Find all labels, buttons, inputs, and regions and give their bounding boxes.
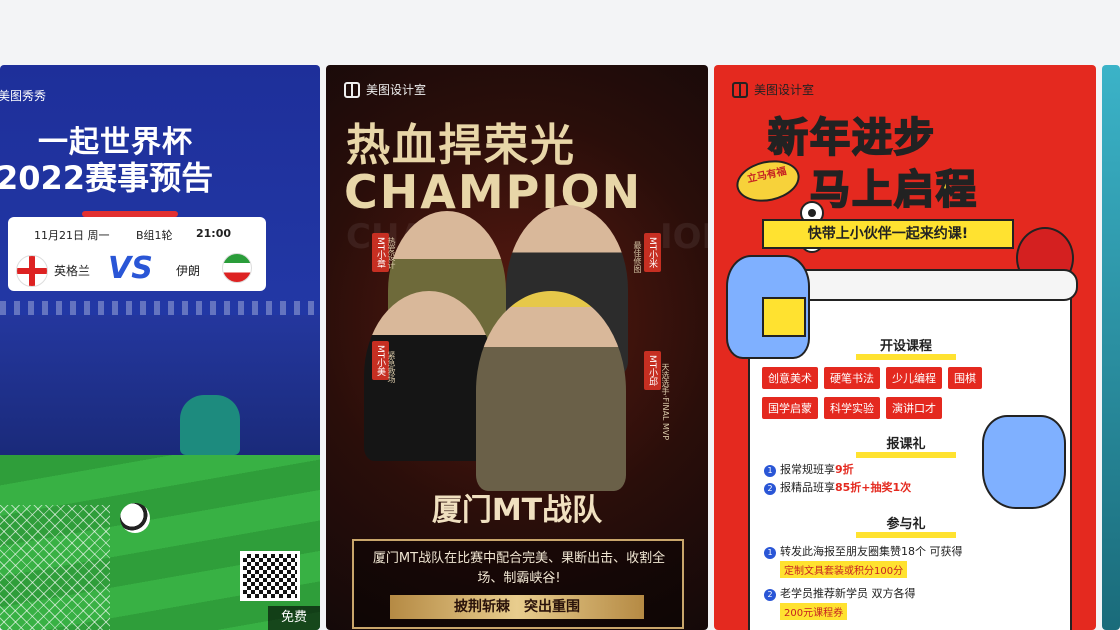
course-tag: 演讲口才 [886, 397, 942, 419]
section-title-courses: 开设课程 [856, 335, 956, 360]
iran-flag-icon [222, 253, 252, 283]
section-title-join-gift: 参与礼 [856, 513, 956, 538]
team-member-photo [476, 291, 626, 491]
top-bar [0, 0, 1120, 62]
description-panel: 厦门MT战队在比赛中配合完美、果断出击、收割全场、制霸峡谷! 披荆斩棘 突出重围 [352, 539, 684, 629]
join-line-sub: 200元课程券 [780, 603, 848, 620]
brand-label: 美图秀秀 [0, 89, 47, 103]
join-line: 2 老学员推荐新学员 双方各得 [764, 585, 916, 601]
match-panel: 11月21日 周一 B组1轮 21:00 英格兰 VS 伊朗 [8, 217, 266, 291]
template-card-worldcup[interactable]: 美图秀秀 一起世界杯 2022赛事预告 11月21日 周一 B组1轮 21:00… [0, 65, 320, 630]
football-icon [120, 503, 150, 533]
member-tag: MT小米 [644, 233, 661, 273]
meitu-logo-icon [344, 81, 360, 98]
template-card-newyear-course[interactable]: 美图设计室 新年进步 立马有福 马上启程 快带上小伙伴一起来约课! 开设课程 创… [714, 65, 1096, 630]
qr-code [240, 551, 300, 601]
template-card-partial[interactable] [1102, 65, 1120, 630]
stadium-illustration [0, 315, 320, 455]
match-date: 11月21日 周一 [34, 229, 110, 242]
member-subtag: 最佳修图 [633, 241, 642, 273]
poster-title-line2: 2022赛事预告 [0, 159, 214, 197]
gift-box-icon [762, 297, 806, 337]
course-tag: 围棋 [948, 367, 982, 389]
course-tag: 硬笔书法 [824, 367, 880, 389]
meitu-logo-icon [732, 81, 748, 98]
versus-label: VS [108, 251, 153, 286]
slogan-banner: 披荆斩棘 突出重围 [390, 595, 644, 619]
brand-label: 美图设计室 [366, 83, 427, 97]
course-tag: 少儿编程 [886, 367, 942, 389]
join-line-sub: 定制文具套装或积分100分 [780, 561, 908, 578]
team-home: 英格兰 [54, 264, 91, 278]
course-tag: 科学实验 [824, 397, 880, 419]
brand-logo: 美图设计室 [732, 81, 814, 98]
poster-title-line1: 新年进步 [767, 114, 936, 162]
course-tag: 国学启蒙 [762, 397, 818, 419]
free-badge: 免费 [268, 606, 320, 630]
goal-net-illustration [0, 505, 110, 630]
champion-heading: CHAMPION [344, 165, 643, 219]
player-illustration [180, 395, 240, 455]
member-subtag: 天选选手·FINAL MVP [661, 363, 670, 441]
template-card-champion[interactable]: 美图设计室 热血捍荣光 CHAMPION CHAMP ION MT小章 MT小米… [326, 65, 708, 630]
invite-strip: 快带上小伙伴一起来约课! [762, 219, 1014, 249]
poster-title: 热血捍荣光 [346, 120, 576, 171]
member-tag: MT小邱 [644, 351, 661, 391]
team-name: 厦门MT战队 [431, 493, 603, 528]
gift-line: 2 报精品班享85折+抽奖1次 [764, 479, 911, 495]
brand-label: 美图设计室 [754, 83, 815, 97]
member-subtag: 紧急救场 [387, 351, 396, 383]
match-time: 21:00 [196, 227, 232, 240]
member-subtag: 热爱设计 [387, 237, 396, 269]
gift-line: 1 报常规班享9折 [764, 461, 854, 477]
team-away: 伊朗 [176, 264, 201, 278]
section-title-signup-gift: 报课礼 [856, 433, 956, 458]
course-tag: 创意美术 [762, 367, 818, 389]
brand-logo: 美图设计室 [344, 81, 426, 98]
team-description: 厦门MT战队在比赛中配合完美、果断出击、收割全场、制霸峡谷! [372, 551, 666, 586]
join-line: 1 转发此海报至朋友圈集赞18个 可获得 [764, 543, 963, 559]
england-flag-icon [16, 255, 48, 287]
cow-mascot-icon [982, 415, 1066, 509]
match-group: B组1轮 [136, 229, 173, 242]
